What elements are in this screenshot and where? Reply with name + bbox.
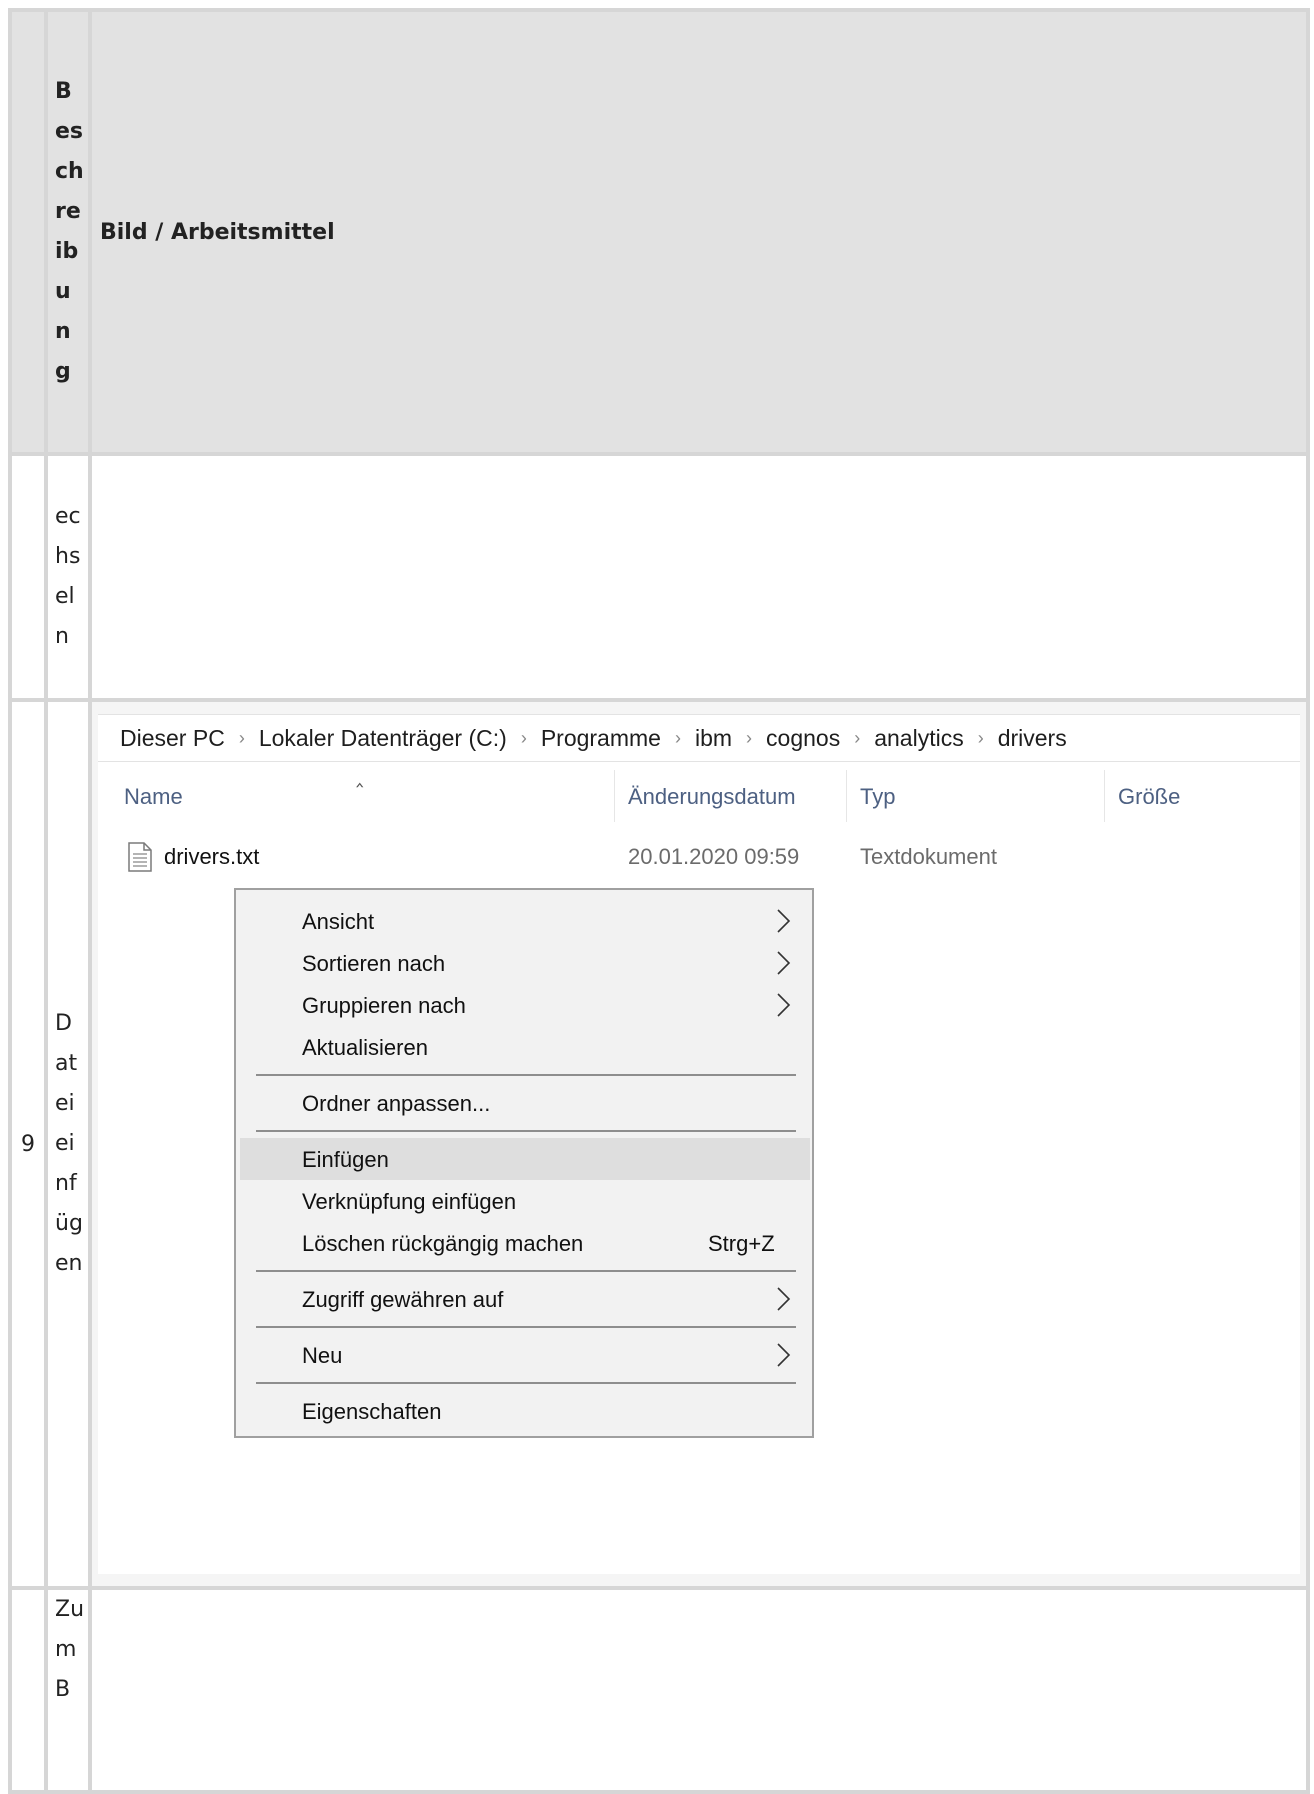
row-description-cell: ZumB: [44, 1586, 92, 1794]
row-image-cell: [88, 452, 1310, 702]
header-description-label: Beschreibung: [55, 79, 84, 384]
breadcrumb-item[interactable]: Dieser PC: [98, 725, 231, 752]
chevron-right-icon[interactable]: ›: [970, 728, 992, 749]
explorer-screenshot: Dieser PC › Lokaler Datenträger (C:) › P…: [98, 714, 1300, 1574]
breadcrumb-item[interactable]: ibm: [689, 725, 738, 752]
row-description: ZumB: [55, 1597, 85, 1702]
menu-separator: [256, 1382, 796, 1384]
breadcrumb: Dieser PC › Lokaler Datenträger (C:) › P…: [98, 714, 1300, 762]
menu-separator: [256, 1326, 796, 1328]
page: Beschreibung Bild / Arbeitsmittel echsel…: [0, 0, 1314, 1794]
column-divider[interactable]: [614, 770, 615, 822]
menu-item-label: Eigenschaften: [302, 1399, 442, 1424]
header-image-label: Bild / Arbeitsmittel: [88, 8, 1310, 456]
breadcrumb-item[interactable]: analytics: [868, 725, 969, 752]
table-row: ZumB: [8, 1586, 1310, 1794]
column-header-name[interactable]: Name: [124, 784, 183, 810]
menu-separator: [256, 1130, 796, 1132]
chevron-right-icon: [777, 1287, 791, 1311]
row-description: echseln: [55, 504, 81, 649]
menu-separator: [256, 1270, 796, 1272]
chevron-right-icon: [777, 951, 791, 975]
chevron-right-icon[interactable]: ›: [513, 728, 535, 749]
chevron-right-icon: [777, 1343, 791, 1367]
menu-item-eigenschaften[interactable]: Eigenschaften: [236, 1390, 812, 1432]
header-step-cell: [8, 8, 48, 456]
menu-item-ansicht[interactable]: Ansicht: [236, 900, 812, 942]
column-header-date[interactable]: Änderungsdatum: [628, 784, 796, 810]
chevron-right-icon: [777, 993, 791, 1017]
text-file-icon: [128, 842, 152, 878]
menu-item-zugriff-gewaehren[interactable]: Zugriff gewähren auf: [236, 1278, 812, 1320]
menu-item-neu[interactable]: Neu: [236, 1334, 812, 1376]
menu-item-verknuepfung-einfuegen[interactable]: Verknüpfung einfügen: [236, 1180, 812, 1222]
row-image-cell: [88, 1586, 1310, 1794]
menu-item-label: Verknüpfung einfügen: [302, 1189, 517, 1214]
breadcrumb-item[interactable]: Programme: [535, 725, 667, 752]
menu-item-label: Ordner anpassen...: [302, 1091, 491, 1116]
menu-item-label: Gruppieren nach: [302, 993, 466, 1018]
breadcrumb-item[interactable]: drivers: [992, 725, 1073, 752]
row-description-cell: Dateieinfügen: [44, 698, 92, 1590]
row-description: Dateieinfügen: [55, 1011, 83, 1276]
breadcrumb-item[interactable]: Lokaler Datenträger (C:): [253, 725, 513, 752]
file-name: drivers.txt: [164, 844, 260, 869]
menu-item-label: Neu: [302, 1343, 343, 1368]
row-image-cell: Dieser PC › Lokaler Datenträger (C:) › P…: [88, 698, 1310, 1590]
menu-item-label: Aktualisieren: [302, 1035, 428, 1060]
row-number: 9: [8, 698, 48, 1590]
chevron-right-icon[interactable]: ›: [846, 728, 868, 749]
file-type: Textdokument: [860, 844, 997, 869]
chevron-right-icon[interactable]: ›: [667, 728, 689, 749]
file-date: 20.01.2020 09:59: [628, 844, 800, 869]
menu-item-label: Ansicht: [302, 909, 375, 934]
menu-item-label: Zugriff gewähren auf: [302, 1287, 504, 1312]
table-row: echseln: [8, 452, 1310, 702]
breadcrumb-item[interactable]: cognos: [760, 725, 846, 752]
chevron-right-icon: [777, 909, 791, 933]
menu-item-sortieren-nach[interactable]: Sortieren nach: [236, 942, 812, 984]
menu-item-ordner-anpassen[interactable]: Ordner anpassen...: [236, 1082, 812, 1124]
header-description-cell: Beschreibung: [44, 8, 92, 456]
instruction-table: Beschreibung Bild / Arbeitsmittel echsel…: [8, 8, 1310, 1794]
context-menu: Ansicht Sortieren nach Gruppieren nach A…: [234, 888, 814, 1438]
sort-ascending-icon: ‸: [356, 762, 364, 787]
row-number: [8, 1586, 48, 1794]
column-header-size[interactable]: Größe: [1118, 784, 1180, 810]
menu-item-loeschen-rueckgaengig[interactable]: Löschen rückgängig machen Strg+Z: [236, 1222, 812, 1264]
column-divider[interactable]: [1104, 770, 1105, 822]
menu-item-aktualisieren[interactable]: Aktualisieren: [236, 1026, 812, 1068]
menu-item-shortcut: Strg+Z: [708, 1231, 775, 1256]
table-row: 9 Dateieinfügen Dieser PC › Lokaler Date…: [8, 698, 1310, 1590]
row-number: [8, 452, 48, 702]
menu-item-label: Sortieren nach: [302, 951, 446, 976]
column-header-bar: ‸ Name Änderungsdatum Typ Größe: [98, 762, 1300, 832]
file-row[interactable]: drivers.txt 20.01.2020 09:59 Textdokumen…: [98, 832, 1300, 880]
column-header-type[interactable]: Typ: [860, 784, 895, 810]
menu-item-einfuegen[interactable]: Einfügen: [240, 1138, 810, 1180]
menu-item-gruppieren-nach[interactable]: Gruppieren nach: [236, 984, 812, 1026]
row-description-cell: echseln: [44, 452, 92, 702]
menu-item-label: Einfügen: [302, 1147, 389, 1172]
chevron-right-icon[interactable]: ›: [231, 728, 253, 749]
column-divider[interactable]: [846, 770, 847, 822]
menu-separator: [256, 1074, 796, 1076]
menu-item-label: Löschen rückgängig machen: [302, 1231, 584, 1256]
chevron-right-icon[interactable]: ›: [738, 728, 760, 749]
table-header-row: Beschreibung Bild / Arbeitsmittel: [8, 8, 1310, 456]
